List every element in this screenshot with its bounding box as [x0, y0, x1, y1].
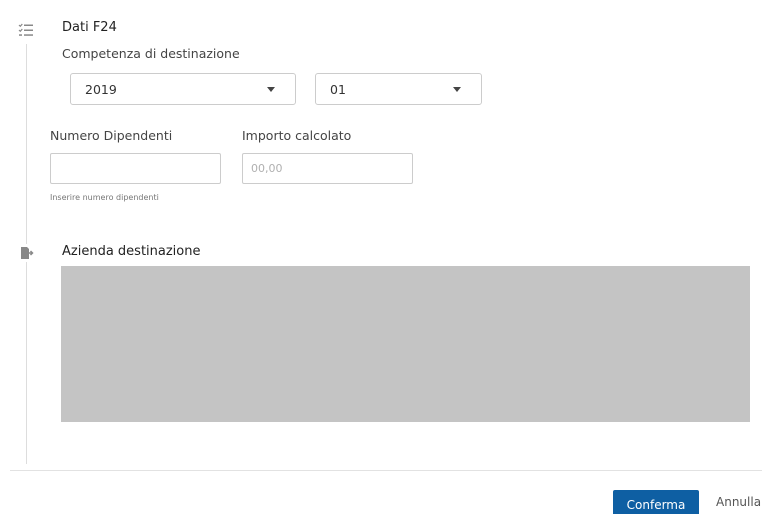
year-select-value: 2019 [85, 81, 117, 97]
month-select[interactable]: 01 [315, 73, 482, 105]
cancel-button[interactable]: Annulla [716, 495, 761, 509]
dialog-body: Dati F24 Competenza di destinazione 2019… [0, 0, 762, 514]
document-export-icon [18, 244, 36, 262]
competenza-label: Competenza di destinazione [62, 46, 240, 61]
year-select[interactable]: 2019 [70, 73, 296, 105]
month-select-value: 01 [330, 81, 346, 97]
section-title-azienda-destinazione: Azienda destinazione [62, 244, 201, 259]
numero-dipendenti-hint: Inserire numero dipendenti [50, 193, 159, 202]
caret-down-icon [267, 87, 275, 92]
footer-divider [10, 470, 762, 471]
numero-dipendenti-input[interactable] [50, 153, 221, 184]
azienda-destinazione-panel [61, 266, 750, 422]
importo-calcolato-input[interactable] [242, 153, 413, 184]
confirm-button[interactable]: Conferma [613, 490, 699, 514]
numero-dipendenti-label: Numero Dipendenti [50, 128, 173, 143]
caret-down-icon [453, 87, 461, 92]
section-title-dati-f24: Dati F24 [62, 20, 117, 35]
importo-calcolato-label: Importo calcolato [242, 128, 352, 143]
list-check-icon [17, 21, 35, 39]
